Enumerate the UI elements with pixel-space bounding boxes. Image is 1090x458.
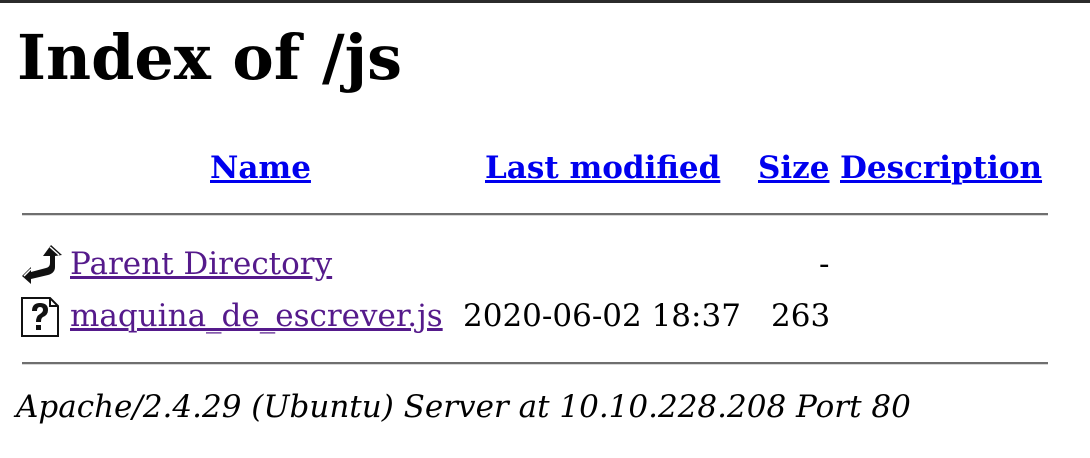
top-border [0, 0, 1090, 3]
back-icon [22, 245, 62, 284]
file-link[interactable]: maquina_de_escrever.js [70, 298, 443, 334]
file-size: 263 [771, 298, 831, 334]
footer-divider [22, 362, 1048, 365]
server-signature: Apache/2.4.29 (Ubuntu) Server at 10.10.2… [16, 389, 911, 425]
column-header-size[interactable]: Size [758, 150, 830, 186]
page-title: Index of /js [17, 21, 403, 94]
file-last-modified: 2020-06-02 18:37 [463, 298, 741, 334]
column-header-name[interactable]: Name [210, 150, 311, 186]
parent-directory-link[interactable]: Parent Directory [70, 246, 332, 282]
unknown-file-icon [21, 297, 59, 337]
column-header-description[interactable]: Description [840, 150, 1042, 186]
column-header-last-modified[interactable]: Last modified [485, 150, 720, 186]
header-divider [22, 213, 1048, 216]
parent-directory-size: - [819, 246, 830, 282]
